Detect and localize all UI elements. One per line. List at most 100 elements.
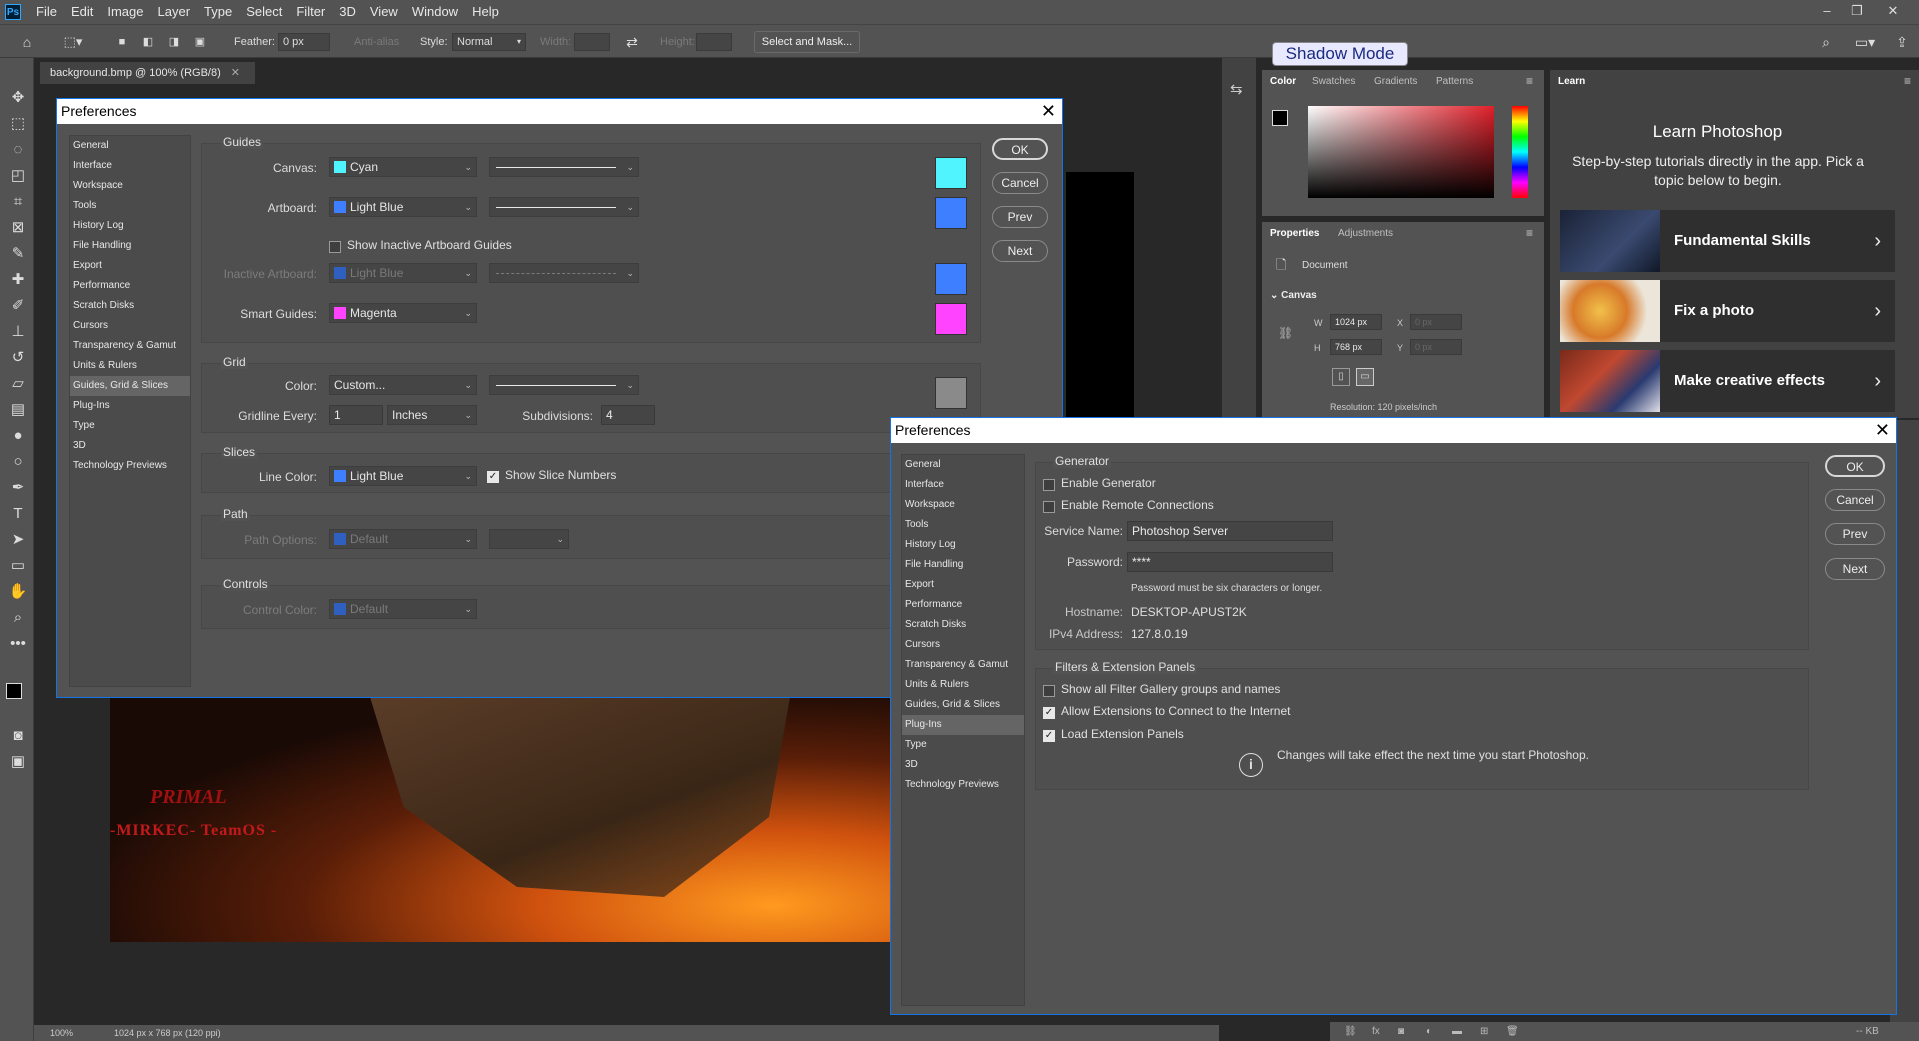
folder-icon[interactable]: ▬ [1452, 1022, 1462, 1041]
frame-tool-icon[interactable]: ⊠ [8, 218, 28, 238]
nav-3d[interactable]: 3D [70, 436, 190, 456]
nav-units-rulers[interactable]: Units & Rulers [902, 675, 1024, 695]
close-tab-icon[interactable]: ✕ [231, 67, 240, 79]
new-layer-icon[interactable]: ⊞ [1480, 1022, 1488, 1041]
workspace-icon[interactable]: ▭▾ [1848, 32, 1882, 52]
nav-export[interactable]: Export [902, 575, 1024, 595]
height-field[interactable]: 768 px [1330, 339, 1382, 355]
artboard-color-select[interactable]: Light Blue ⌄ [329, 197, 477, 217]
nav-scratch-disks[interactable]: Scratch Disks [902, 615, 1024, 635]
nav-type[interactable]: Type [70, 416, 190, 436]
artboard-style-select[interactable]: ⌄ [489, 197, 639, 217]
intersect-selection-icon[interactable]: ▣ [190, 32, 210, 52]
artboard-color-swatch[interactable] [935, 197, 967, 229]
swap-icon[interactable]: ⇄ [622, 32, 642, 52]
eyedropper-tool-icon[interactable]: ✎ [8, 244, 28, 264]
close-window-icon[interactable]: ✕ [1878, 0, 1908, 22]
close-icon[interactable]: ✕ [1875, 418, 1890, 442]
trash-icon[interactable]: 🗑 [1506, 1022, 1519, 1041]
nav-transparency[interactable]: Transparency & Gamut [902, 655, 1024, 675]
load-extensions-checkbox[interactable]: ✓ [1043, 730, 1055, 742]
menu-file[interactable]: File [29, 0, 64, 24]
tab-properties[interactable]: Properties [1270, 222, 1319, 246]
move-tool-icon[interactable]: ✥ [8, 88, 28, 108]
password-input[interactable]: **** [1127, 552, 1333, 572]
ok-button[interactable]: OK [1825, 455, 1885, 477]
select-and-mask-button[interactable]: Select and Mask... [754, 31, 860, 53]
menu-filter[interactable]: Filter [289, 0, 332, 24]
cancel-button[interactable]: Cancel [992, 172, 1048, 194]
restore-icon[interactable]: ❐ [1842, 0, 1872, 22]
panel-menu-icon[interactable]: ≡ [1526, 74, 1533, 88]
tab-swatches[interactable]: Swatches [1312, 70, 1355, 94]
menu-select[interactable]: Select [239, 0, 289, 24]
rectangle-tool-icon[interactable]: ▭ [8, 556, 28, 576]
gridline-input[interactable]: 1 [329, 405, 383, 425]
nav-history-log[interactable]: History Log [902, 535, 1024, 555]
healing-tool-icon[interactable]: ✚ [8, 270, 28, 290]
dodge-tool-icon[interactable]: ○ [8, 452, 28, 472]
panel-menu-icon[interactable]: ≡ [1526, 226, 1533, 240]
nav-history-log[interactable]: History Log [70, 216, 190, 236]
tab-color[interactable]: Color [1270, 70, 1296, 94]
next-button[interactable]: Next [992, 240, 1048, 262]
shadow-mode-badge[interactable]: Shadow Mode [1272, 42, 1408, 66]
grid-color-select[interactable]: Custom... ⌄ [329, 375, 477, 395]
canvas-style-select[interactable]: ⌄ [489, 157, 639, 177]
panel-menu-icon[interactable]: ≡ [1904, 74, 1911, 88]
nav-file-handling[interactable]: File Handling [902, 555, 1024, 575]
brush-tool-icon[interactable]: ✐ [8, 296, 28, 316]
menu-layer[interactable]: Layer [151, 0, 198, 24]
canvas-color-select[interactable]: Cyan ⌄ [329, 157, 477, 177]
portrait-icon[interactable]: ▯ [1332, 368, 1350, 386]
nav-cursors[interactable]: Cursors [902, 635, 1024, 655]
blur-tool-icon[interactable]: ● [8, 426, 28, 446]
canvas-color-swatch[interactable] [935, 157, 967, 189]
type-tool-icon[interactable]: T [8, 504, 28, 524]
nav-general[interactable]: General [70, 136, 190, 156]
grid-style-select[interactable]: ⌄ [489, 375, 639, 395]
new-selection-icon[interactable]: ■ [112, 32, 132, 52]
stamp-tool-icon[interactable]: ⊥ [8, 322, 28, 342]
nav-export[interactable]: Export [70, 256, 190, 276]
prev-button[interactable]: Prev [1825, 523, 1885, 545]
nav-performance[interactable]: Performance [70, 276, 190, 296]
gradient-tool-icon[interactable]: ▤ [8, 400, 28, 420]
landscape-icon[interactable]: ▭ [1356, 368, 1374, 386]
x-field[interactable]: 0 px [1410, 314, 1462, 330]
subdivisions-input[interactable]: 4 [601, 405, 655, 425]
eraser-tool-icon[interactable]: ▱ [8, 374, 28, 394]
zoom-level[interactable]: 100% [50, 1025, 73, 1041]
menu-view[interactable]: View [363, 0, 405, 24]
nav-plug-ins[interactable]: Plug-Ins [902, 715, 1024, 735]
marquee-tool-icon[interactable]: ⬚ [8, 114, 28, 134]
smart-guides-select[interactable]: Magenta ⌄ [329, 303, 477, 323]
next-button[interactable]: Next [1825, 558, 1885, 580]
tab-patterns[interactable]: Patterns [1436, 70, 1473, 94]
more-tools-icon[interactable]: ••• [8, 634, 28, 654]
nav-interface[interactable]: Interface [70, 156, 190, 176]
allow-extensions-checkbox[interactable]: ✓ [1043, 707, 1055, 719]
nav-guides-grid-slices[interactable]: Guides, Grid & Slices [70, 376, 190, 396]
nav-interface[interactable]: Interface [902, 475, 1024, 495]
nav-performance[interactable]: Performance [902, 595, 1024, 615]
nav-units-rulers[interactable]: Units & Rulers [70, 356, 190, 376]
crop-tool-icon[interactable]: ⌗ [8, 192, 28, 212]
show-all-filters-checkbox[interactable] [1043, 685, 1055, 697]
cancel-button[interactable]: Cancel [1825, 489, 1885, 511]
color-field[interactable] [1308, 106, 1494, 198]
gridline-unit-select[interactable]: Inches ⌄ [387, 405, 477, 425]
link-layers-icon[interactable]: ⛓ [1344, 1022, 1357, 1041]
y-field[interactable]: 0 px [1410, 339, 1462, 355]
subtract-selection-icon[interactable]: ◨ [164, 32, 184, 52]
marquee-preset-icon[interactable]: ⬚▾ [58, 32, 88, 52]
nav-guides-grid-slices[interactable]: Guides, Grid & Slices [902, 695, 1024, 715]
smart-guides-swatch[interactable] [935, 303, 967, 335]
hue-slider[interactable] [1512, 106, 1528, 198]
show-inactive-checkbox[interactable] [329, 241, 341, 253]
menu-edit[interactable]: Edit [64, 0, 100, 24]
history-brush-icon[interactable]: ↺ [8, 348, 28, 368]
service-name-input[interactable]: Photoshop Server [1127, 521, 1333, 541]
menu-type[interactable]: Type [197, 0, 239, 24]
lasso-tool-icon[interactable]: ◌ [8, 140, 28, 160]
